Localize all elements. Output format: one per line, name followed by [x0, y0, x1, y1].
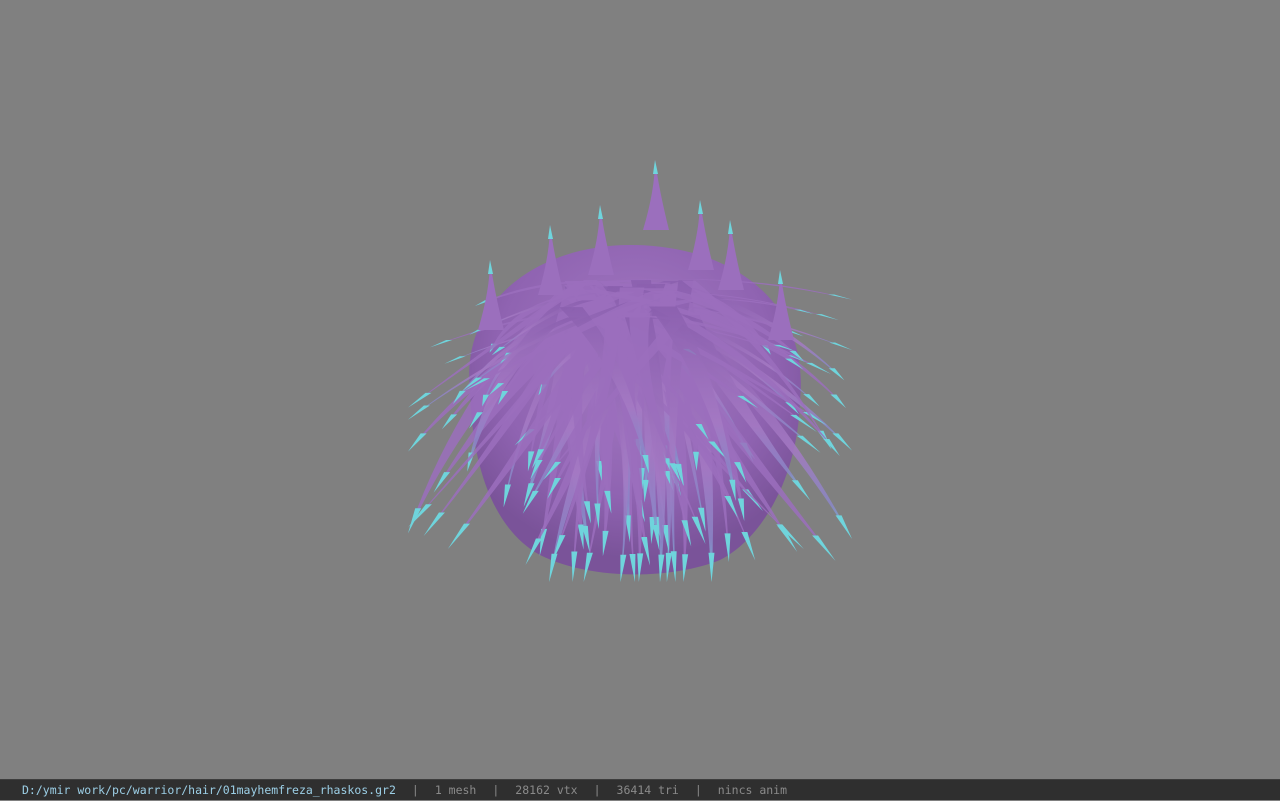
hair-tip: [815, 314, 839, 321]
hair-tip: [408, 405, 430, 420]
vertex-count: 28162 vtx: [515, 782, 578, 797]
triangle-count: 36414 tri: [616, 782, 679, 797]
hair-tip: [408, 433, 427, 452]
hair-tip: [829, 342, 852, 350]
hair-tip: [698, 200, 703, 214]
hair-tip: [441, 414, 458, 430]
hair-tip: [429, 340, 453, 348]
hair-tip: [548, 225, 553, 239]
hair-tip: [812, 535, 836, 561]
status-bar: D:/ymir work/pc/warrior/hair/01mayhemfre…: [0, 779, 1280, 800]
hair-tip: [828, 294, 852, 300]
hair-tip: [791, 480, 811, 501]
separator: |: [411, 782, 419, 797]
hair-tip: [796, 435, 821, 453]
animation-status: nincs anim: [717, 782, 788, 797]
mesh-count: 1 mesh: [434, 782, 477, 797]
hair-mesh-icon: [408, 160, 852, 582]
model-viewport[interactable]: [0, 0, 1280, 779]
hair-tip: [803, 394, 820, 407]
hair-tip: [488, 260, 493, 274]
hair-tip: [447, 523, 471, 550]
hair-tip: [653, 160, 658, 174]
hair-tip: [835, 515, 852, 539]
file-path: D:/ymir work/pc/warrior/hair/01mayhemfre…: [22, 782, 396, 797]
hair-tip: [444, 356, 466, 364]
separator: |: [593, 782, 601, 797]
separator: |: [694, 782, 702, 797]
hair-tip: [708, 552, 715, 582]
separator: |: [492, 782, 500, 797]
hair-tip: [598, 205, 603, 219]
hair-tip: [830, 394, 847, 409]
hair-tip: [794, 309, 814, 314]
hair-tip: [778, 270, 783, 284]
hair-tip: [728, 220, 733, 234]
hair-tip: [423, 512, 445, 536]
hair-tip: [828, 368, 845, 381]
hair-tip: [832, 433, 852, 451]
